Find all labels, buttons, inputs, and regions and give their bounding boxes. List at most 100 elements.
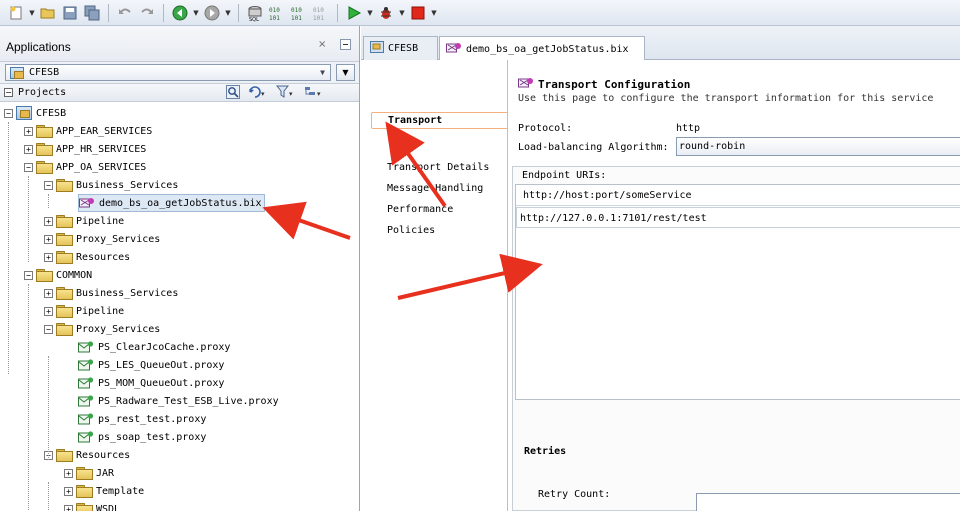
open-icon[interactable] [38, 3, 58, 23]
svg-text:010: 010 [313, 7, 324, 14]
tree-file-item[interactable]: ps_rest_test.proxy [64, 410, 206, 428]
tab-demo-bix[interactable]: demo_bs_oa_getJobStatus.bix [439, 36, 645, 61]
tree-folder-item[interactable]: + Resources [44, 248, 130, 266]
tree-project-item[interactable]: − CFESB [4, 104, 66, 122]
application-select[interactable]: CFESB ▼ [5, 64, 331, 81]
tree-folder-item[interactable]: + Pipeline [44, 302, 124, 320]
tree-folder-item[interactable]: + Proxy_Services [44, 230, 160, 248]
load-balancing-select[interactable]: round-robin [676, 137, 960, 156]
nav-item-message-handling[interactable]: Message Handling [387, 183, 483, 194]
tree-folder-item[interactable]: + WSDL [64, 500, 120, 511]
debug-icon[interactable] [376, 3, 396, 23]
tree-item-label: PS_MOM_QueueOut.proxy [98, 377, 225, 389]
collapse-icon[interactable]: − [24, 162, 33, 172]
proxy-service-icon [78, 430, 94, 444]
tree-file-item[interactable]: demo_bs_oa_getJobStatus.bix [78, 194, 265, 212]
tree-folder-item[interactable]: − APP_OA_SERVICES [24, 158, 146, 176]
folder-icon [56, 305, 73, 318]
tree-options-icon[interactable]: ▾ [304, 85, 324, 102]
run-icon[interactable] [344, 3, 364, 23]
binary-icon[interactable]: 010 101 [267, 3, 287, 23]
binary-icon[interactable]: 010 101 [289, 3, 309, 23]
tree-file-item[interactable]: PS_MOM_QueueOut.proxy [64, 374, 224, 392]
tree-folder-item[interactable]: + Pipeline [44, 212, 124, 230]
tree-item-label: Proxy_Services [76, 323, 161, 335]
back-icon[interactable] [170, 3, 190, 23]
chevron-down-icon[interactable]: ▼ [398, 3, 406, 23]
endpoint-uri-input[interactable]: http://127.0.0.1:7101/rest/test [516, 207, 960, 228]
refresh-icon[interactable]: ▾ [248, 85, 268, 102]
tree-folder-item[interactable]: + APP_HR_SERVICES [24, 140, 146, 158]
collapse-icon[interactable]: − [4, 108, 13, 118]
search-icon[interactable] [226, 85, 240, 102]
forward-icon[interactable] [202, 3, 222, 23]
new-icon[interactable] [6, 3, 26, 23]
collapse-icon[interactable]: − [4, 88, 13, 97]
collapse-icon[interactable]: − [44, 180, 53, 190]
nav-item-performance[interactable]: Performance [387, 204, 453, 215]
close-icon[interactable]: × [318, 39, 326, 50]
expand-icon[interactable]: + [24, 144, 33, 154]
tree-file-item[interactable]: ps_soap_test.proxy [64, 428, 206, 446]
tree-file-item[interactable]: PS_LES_QueueOut.proxy [64, 356, 224, 374]
nav-item-policies[interactable]: Policies [387, 225, 435, 236]
nav-item-transport-details[interactable]: Transport Details [387, 162, 489, 173]
expand-icon[interactable]: + [24, 126, 33, 136]
expand-icon[interactable]: + [44, 234, 53, 244]
debug-build-icon[interactable]: 010 101 [311, 3, 331, 23]
svg-text:▾: ▾ [261, 90, 265, 98]
project-icon [370, 41, 384, 56]
toolbar-separator [108, 3, 109, 22]
save-icon[interactable] [60, 3, 80, 23]
nav-item-transport[interactable]: Transport [371, 112, 509, 129]
collapse-icon[interactable]: − [24, 270, 33, 280]
endpoint-placeholder-row[interactable]: http://host:port/someService [516, 185, 960, 206]
applications-title: Applications [6, 40, 71, 54]
tree-folder-item[interactable]: − Proxy_Services [44, 320, 160, 338]
config-nav: General Transport Transport Details Mess… [361, 60, 509, 511]
expand-icon[interactable]: + [44, 306, 53, 316]
expand-icon[interactable]: + [64, 468, 73, 478]
sql-icon[interactable]: SQL [245, 3, 265, 23]
expand-icon[interactable]: + [44, 252, 53, 262]
chevron-down-icon[interactable]: ▼ [366, 3, 374, 23]
tree-folder-item[interactable]: + Business_Services [44, 284, 178, 302]
redo-icon[interactable] [137, 3, 157, 23]
stop-icon[interactable] [408, 3, 428, 23]
project-tree[interactable]: − CFESB + APP_EAR_SERVICES + APP_HR_SERVICES −… [0, 104, 359, 511]
application-menu-button[interactable]: ▼ [336, 64, 355, 81]
tree-item-label: Resources [76, 251, 131, 263]
expand-icon[interactable]: + [44, 216, 53, 226]
tree-folder-item[interactable]: + JAR [64, 464, 114, 482]
tree-folder-item[interactable]: + Template [64, 482, 144, 500]
undo-icon[interactable] [115, 3, 135, 23]
tree-folder-item[interactable]: − COMMON [24, 266, 92, 284]
filter-icon[interactable]: ▾ [275, 85, 296, 102]
expand-icon[interactable]: + [44, 288, 53, 298]
editor-panel: CFESB demo_bs_oa_getJobStatus.bix Genera… [361, 26, 960, 511]
tree-file-item[interactable]: PS_Radware_Test_ESB_Live.proxy [64, 392, 279, 410]
tab-cfesb[interactable]: CFESB [363, 36, 438, 60]
chevron-down-icon[interactable]: ▼ [28, 3, 36, 23]
chevron-down-icon[interactable]: ▼ [192, 3, 200, 23]
tree-folder-item[interactable]: − Resources [44, 446, 130, 464]
folder-icon [76, 503, 93, 511]
retry-count-input[interactable] [696, 493, 960, 511]
minimize-icon[interactable] [340, 39, 351, 50]
endpoint-uris-list[interactable]: http://host:port/someService http://127.… [515, 184, 960, 400]
save-all-icon[interactable] [82, 3, 102, 23]
collapse-icon[interactable]: − [44, 324, 53, 334]
chevron-down-icon[interactable]: ▼ [320, 68, 325, 77]
projects-toolbar: ▾ ▾ ▾ [226, 85, 324, 102]
chevron-down-icon[interactable]: ▼ [224, 3, 232, 23]
chevron-down-icon[interactable]: ▼ [430, 3, 438, 23]
tree-file-item[interactable]: PS_ClearJcoCache.proxy [64, 338, 230, 356]
folder-icon [76, 485, 93, 498]
tree-folder-item[interactable]: − Business_Services [44, 176, 178, 194]
expand-icon[interactable]: + [64, 486, 73, 496]
expand-icon[interactable]: + [64, 504, 73, 511]
tree-item-label: APP_OA_SERVICES [56, 161, 147, 173]
tree-item-label: COMMON [56, 269, 93, 281]
tree-folder-item[interactable]: + APP_EAR_SERVICES [24, 122, 152, 140]
folder-icon [56, 215, 73, 228]
